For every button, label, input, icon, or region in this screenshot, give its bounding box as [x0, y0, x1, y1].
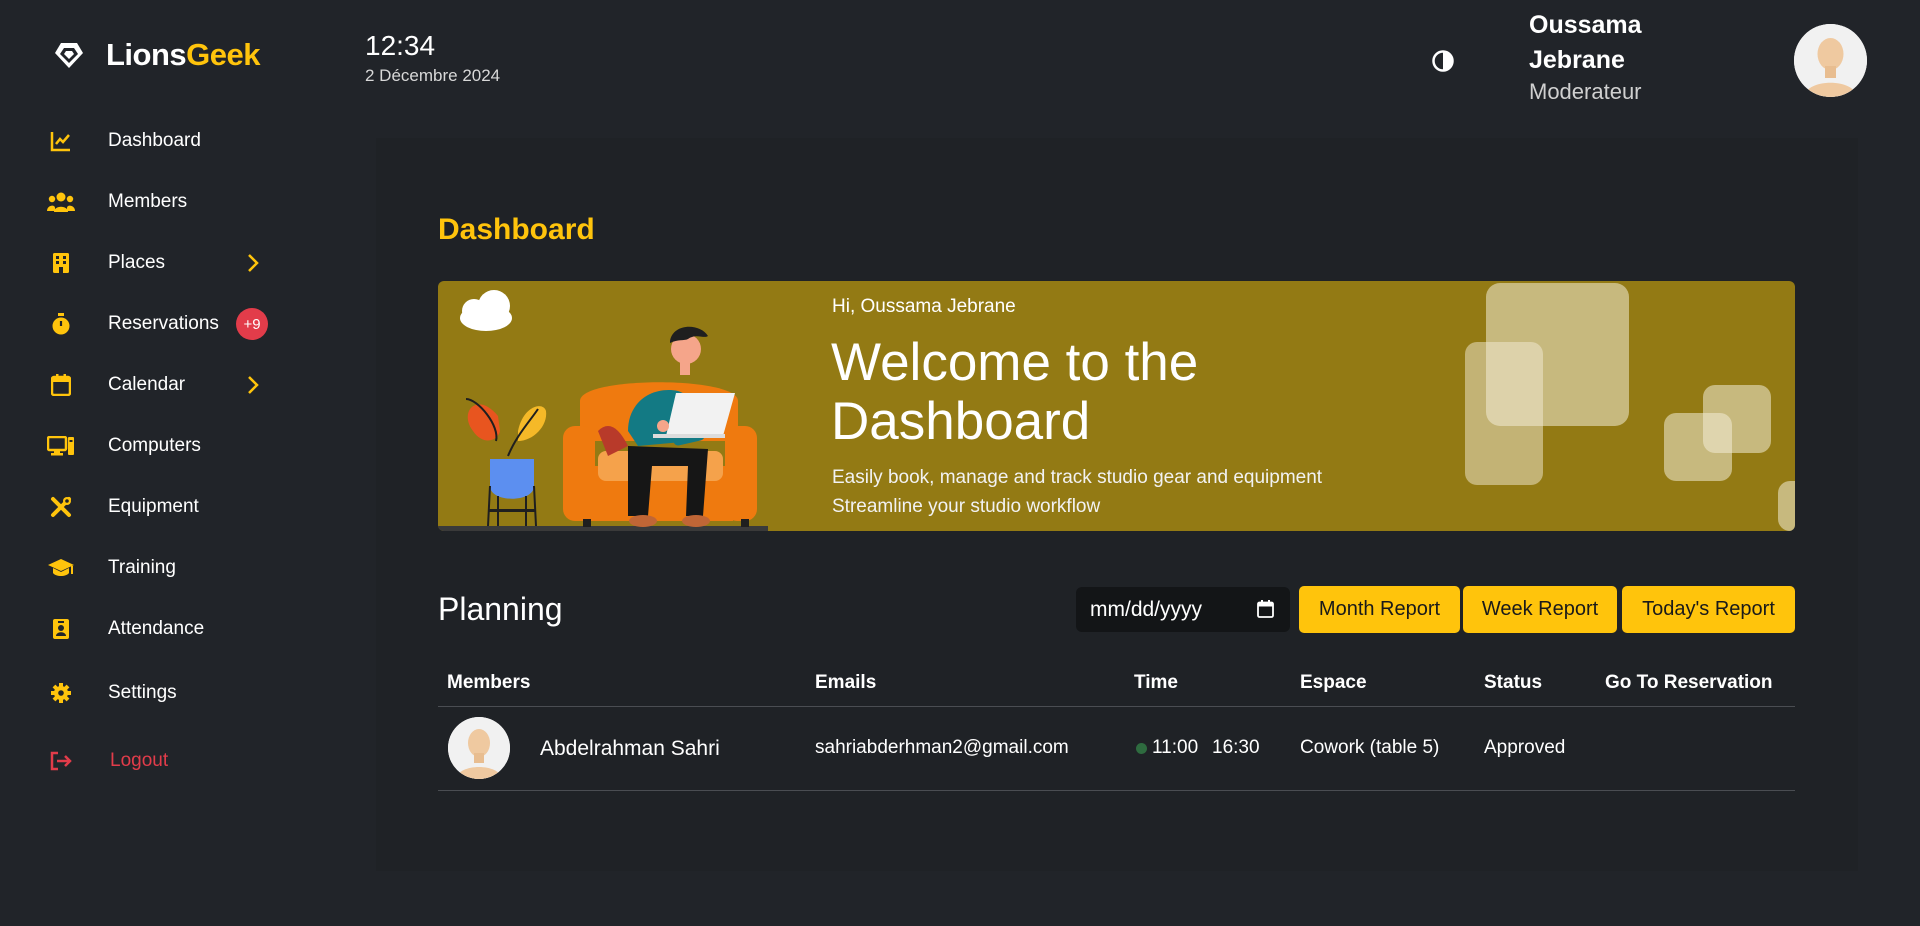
- brand-name-part1: Lions: [106, 37, 187, 72]
- member-email: sahriabderhman2@gmail.com: [815, 737, 1069, 758]
- todays-report-button[interactable]: Today's Report: [1622, 586, 1795, 633]
- users-icon: [46, 187, 76, 217]
- notification-badge: +9: [236, 308, 268, 340]
- sidebar-item-label: Settings: [108, 682, 177, 703]
- column-header-espace: Espace: [1300, 672, 1367, 693]
- id-badge-icon: [46, 614, 76, 644]
- graduation-cap-icon: [46, 553, 76, 583]
- user-avatar[interactable]: [1794, 24, 1867, 97]
- sidebar: LionsGeek Dashboard Members Places Reser…: [0, 0, 310, 926]
- contrast-icon: [1432, 50, 1454, 72]
- current-time: 12:34: [365, 30, 436, 61]
- week-report-button[interactable]: Week Report: [1463, 586, 1617, 633]
- avatar-placeholder-icon: [448, 717, 510, 779]
- stopwatch-icon: [46, 309, 76, 339]
- page-title: Dashboard: [438, 213, 595, 246]
- sidebar-item-equipment[interactable]: Equipment: [46, 487, 276, 527]
- sidebar-item-training[interactable]: Training: [46, 548, 276, 588]
- clock: 12:34 2 Décembre 2024: [365, 30, 500, 86]
- banner-subtitle: Easily book, manage and track studio gea…: [832, 463, 1322, 521]
- sidebar-item-label: Attendance: [108, 618, 205, 639]
- column-header-emails: Emails: [815, 672, 877, 693]
- banner-headline: Welcome to the Dashboard: [831, 333, 1198, 451]
- chevron-right-icon: [246, 252, 260, 279]
- table-row-divider: [438, 790, 1795, 791]
- reservation-espace: Cowork (table 5): [1300, 737, 1440, 758]
- sidebar-item-label: Reservations: [108, 313, 219, 334]
- sidebar-item-label: Logout: [110, 750, 169, 771]
- brand-name-part2: Geek: [186, 37, 261, 72]
- brand-name: LionsGeek: [106, 37, 261, 73]
- plant-illustration: [465, 398, 547, 527]
- column-header-go-to-reservation: Go To Reservation: [1605, 672, 1773, 693]
- user-role: Moderateur: [1529, 79, 1642, 104]
- sidebar-item-label: Computers: [108, 435, 201, 456]
- building-icon: [46, 248, 76, 278]
- gear-icon: [46, 678, 76, 708]
- reservation-start-time: 11:00: [1152, 737, 1199, 758]
- banner-subtitle-line2: Streamline your studio workflow: [832, 496, 1101, 517]
- chevron-right-icon: [246, 374, 260, 401]
- logout-icon: [46, 746, 76, 776]
- member-avatar: [448, 717, 510, 779]
- theme-toggle-button[interactable]: [1431, 49, 1455, 73]
- sidebar-item-places[interactable]: Places: [46, 243, 276, 283]
- sidebar-item-members[interactable]: Members: [46, 182, 276, 222]
- welcome-banner: Hi, Oussama Jebrane Welcome to the Dashb…: [438, 281, 1795, 531]
- calendar-icon: [46, 370, 76, 400]
- member-name: Abdelrahman Sahri: [540, 737, 720, 760]
- sidebar-item-settings[interactable]: Settings: [46, 673, 276, 713]
- sidebar-item-label: Calendar: [108, 374, 186, 395]
- decorative-squares: [1465, 283, 1795, 531]
- user-first-name: Oussama: [1529, 11, 1642, 39]
- column-header-status: Status: [1484, 672, 1543, 693]
- date-picker-input[interactable]: mm/dd/yyyy: [1076, 587, 1290, 632]
- cloud-icon: [460, 290, 512, 331]
- user-info: Oussama Jebrane Moderateur: [1529, 8, 1699, 105]
- column-header-members: Members: [447, 672, 531, 693]
- banner-headline-line1: Welcome to the: [831, 333, 1199, 392]
- current-date: 2 Décembre 2024: [365, 66, 501, 85]
- banner-headline-line2: Dashboard: [831, 392, 1091, 451]
- sidebar-item-calendar[interactable]: Calendar: [46, 365, 276, 405]
- avatar-placeholder-icon: [1794, 24, 1867, 97]
- sidebar-item-label: Members: [108, 191, 188, 212]
- user-last-name: Jebrane: [1529, 46, 1625, 74]
- date-placeholder: mm/dd/yyyy: [1090, 597, 1203, 621]
- sidebar-item-label: Equipment: [108, 496, 199, 517]
- planning-title: Planning: [438, 591, 563, 627]
- status-dot: [1136, 743, 1147, 754]
- lionsgeek-logo-icon: [50, 36, 88, 74]
- reservation-status: Approved: [1484, 737, 1566, 758]
- sidebar-item-label: Dashboard: [108, 130, 201, 151]
- month-report-button[interactable]: Month Report: [1299, 586, 1460, 633]
- brand-logo[interactable]: LionsGeek: [50, 36, 261, 74]
- computer-icon: [46, 431, 76, 461]
- table-header-divider: [438, 706, 1795, 707]
- chart-line-icon: [46, 126, 76, 156]
- sidebar-item-label: Places: [108, 252, 166, 273]
- reservation-end-time: 16:30: [1212, 737, 1260, 758]
- sidebar-item-reservations[interactable]: Reservations +9: [46, 304, 276, 344]
- banner-greeting: Hi, Oussama Jebrane: [832, 296, 1016, 317]
- column-header-time: Time: [1134, 672, 1179, 693]
- sidebar-item-attendance[interactable]: Attendance: [46, 609, 276, 649]
- sidebar-item-label: Training: [108, 557, 176, 578]
- banner-subtitle-line1: Easily book, manage and track studio gea…: [832, 467, 1323, 488]
- sidebar-item-computers[interactable]: Computers: [46, 426, 276, 466]
- calendar-icon[interactable]: [1257, 600, 1274, 624]
- tools-icon: [46, 492, 76, 522]
- sidebar-item-logout[interactable]: Logout: [46, 741, 276, 781]
- sidebar-item-dashboard[interactable]: Dashboard: [46, 121, 276, 161]
